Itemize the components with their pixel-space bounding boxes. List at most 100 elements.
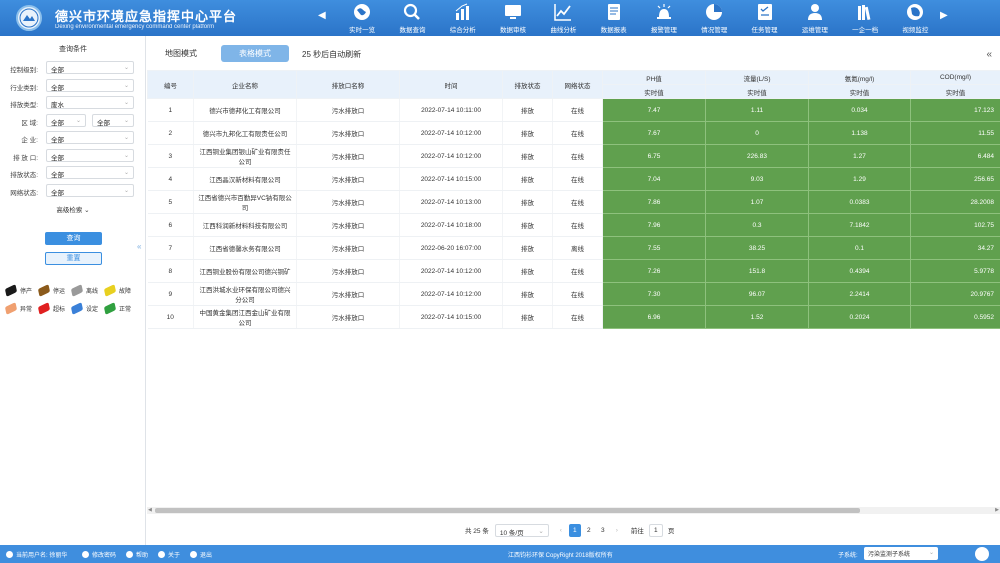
table-cell: 污水排放口 [296,190,400,214]
legend-item: 停运 [37,284,65,297]
nav-label: 数据审核 [500,27,527,34]
table-cell: 102.75 [910,213,1000,237]
filter-select[interactable]: 全部 ⌄ [92,113,134,127]
table-cell: 2022-07-14 10:12:00 [399,282,503,306]
task-icon [755,2,775,22]
chevron-down-icon: ⌄ [123,65,129,71]
page-button[interactable]: 2 [583,524,595,537]
filter-select[interactable]: 废水 ⌄ [46,96,134,109]
nav-item-report[interactable]: 数据报表 [588,2,638,34]
filter-label: 行业类别: [10,84,38,92]
nav-next-icon[interactable]: ▶ [940,10,948,21]
table-row[interactable]: 3 江西铜业集团银山矿业有限责任公司 污水排放口 2022-07-14 10:12:0… [147,144,1000,168]
logout-link[interactable]: 退出 [190,550,212,559]
horizontal-scrollbar[interactable]: ◀ ▶ [147,507,1000,514]
filter-row: 网络状态: 全部 ⌄ [0,183,146,198]
table-cell: 中国黄金集团江西金山矿业有限公司 [193,305,297,329]
scroll-left-icon[interactable]: ◀ [148,507,152,513]
advanced-search-toggle[interactable]: 高级检索 ⌄ [0,204,146,214]
filter-select[interactable]: 全部 ⌄ [46,131,134,144]
nav-item-pie[interactable]: 情况管理 [689,2,739,34]
nav-item-globe[interactable]: 实时一览 [337,2,387,34]
scroll-right-icon[interactable]: ▶ [995,507,999,513]
change-password-link[interactable]: 修改密码 [82,550,116,559]
table-row[interactable]: 2 德兴市九邦化工有限责任公司 污水排放口 2022-07-14 10:12:00 排放… [147,121,1000,145]
page-button[interactable]: 3 [597,524,609,537]
total-count: 共 25 条 [465,528,489,535]
tab-table-mode[interactable]: 表格模式 [221,45,289,62]
table-row[interactable]: 10 中国黄金集团江西金山矿业有限公司 污水排放口 2022-07-14 10:15:… [147,305,1000,329]
nav-item-search[interactable]: 数据查询 [387,2,437,34]
page-button[interactable]: 1 [568,523,581,537]
nav-item-books[interactable]: 一企一档 [840,2,890,34]
collapse-sidebar-icon[interactable]: « [137,242,141,251]
table-row[interactable]: 1 德兴市德邦化工有限公司 污水排放口 2022-07-14 10:11:00 排放 在线… [147,98,1000,122]
nav-item-line-chart[interactable]: 曲线分析 [538,2,588,34]
table-cell: 5 [147,190,194,214]
collapse-right-icon[interactable]: « [986,49,992,60]
column-header: 企业名称 [193,70,297,99]
prev-page-icon[interactable]: ‹ [555,524,567,537]
nav-label: 数据查询 [399,27,426,34]
pagination: 共 25 条 10 条/页 ⌄ ‹ 123 › 前往 1 页 [465,523,674,537]
nav-item-bar-chart[interactable]: 综合分析 [438,2,488,34]
filter-label: 排放状态: [10,172,38,179]
table-row[interactable]: 4 江西晶汉新材料有限公司 污水排放口 2022-07-14 10:15:00 排放 在线… [147,167,1000,191]
column-header: 氨氮(mg/l) [808,70,911,85]
table-cell: 排放 [502,259,553,283]
filter-select[interactable]: 全部 ⌄ [46,166,134,179]
reset-button[interactable]: 重置 [45,252,102,265]
table-row[interactable]: 9 江西洪城水业环保有限公司德兴分公司 污水排放口 2022-07-14 10:12:… [147,282,1000,306]
nav-label: 曲线分析 [550,27,577,34]
nav-item-monitor[interactable]: 数据审核 [488,2,538,34]
nav-item-alarm[interactable]: 报警管理 [639,2,689,34]
notification-icon[interactable] [975,547,989,561]
help-link[interactable]: 帮助 [126,550,148,559]
filter-select[interactable]: 全部 ⌄ [46,148,134,162]
legend-item: 设定 [70,302,98,315]
table-cell: 1.07 [705,190,809,214]
column-header: PH值 [602,70,706,85]
user-icon [6,551,13,558]
table-cell: 污水排放口 [296,144,400,168]
legend-label: 离线 [86,289,99,295]
table-cell: 污水排放口 [296,305,400,329]
nav-item-video-globe[interactable]: 视频监控 [890,2,940,34]
tab-map-mode[interactable]: 地图模式 [147,45,215,62]
table-cell: 96.07 [705,282,809,306]
nav-item-task[interactable]: 任务管理 [739,2,789,34]
table-row[interactable]: 7 江西省德馨水务有限公司 污水排放口 2022-06-20 16:07:00 排放 离线… [147,236,1000,260]
table-row[interactable]: 6 江西科润新材料科技有限公司 污水排放口 2022-07-14 10:18:00 排放… [147,213,1000,237]
marker-pin-icon [37,302,51,315]
header-bar: 德兴市环境应急指挥中心平台 Dexing environmental emerg… [0,0,1000,36]
marker-pin-icon [37,284,51,297]
query-button[interactable]: 查询 [45,232,102,245]
page-size-select[interactable]: 10 条/页 ⌄ [494,523,549,537]
nav-item-user[interactable]: 运维管理 [790,2,840,34]
filter-select[interactable]: 全部 ⌄ [46,61,134,74]
column-header: 排放状态 [502,70,553,99]
table-cell: 17.123 [910,98,1000,122]
page-unit-label: 页 [667,528,675,535]
footer-bar: 当前用户名: 徐丽华 修改密码 帮助 关于 退出 江西钧衫环保 CopyRigh… [0,545,1000,563]
nav-label: 视频监控 [902,27,929,34]
table-cell: 7.04 [602,167,706,191]
filter-select[interactable]: 全部 ⌄ [46,183,134,197]
table-cell: 5.9778 [910,259,1000,283]
table-cell: 7.55 [602,236,706,260]
about-link[interactable]: 关于 [158,550,180,559]
table-row[interactable]: 5 江西省德兴市百勤异VC钠有限公司 污水排放口 2022-07-14 10:13:0… [147,190,1000,214]
filter-label: 企 业: [21,137,38,144]
filter-select[interactable]: 全部 ⌄ [46,113,86,127]
table-row[interactable]: 8 江西铜业股份有限公司德兴铜矿 污水排放口 2022-07-14 10:12:00 排… [147,259,1000,283]
filter-select[interactable]: 全部 ⌄ [46,78,134,92]
table-cell: 0.3 [705,213,809,237]
next-page-icon[interactable]: › [611,524,623,537]
goto-page-input[interactable]: 1 [648,523,663,537]
subsystem-select[interactable]: 污染监测子系统 ⌄ [864,547,938,560]
table-cell: 污水排放口 [296,98,400,122]
table-cell: 排放 [502,98,553,122]
nav-prev-icon[interactable]: ◀ [318,10,326,21]
scrollbar-thumb[interactable] [155,508,860,513]
column-subheader: 实时值 [910,84,1000,99]
